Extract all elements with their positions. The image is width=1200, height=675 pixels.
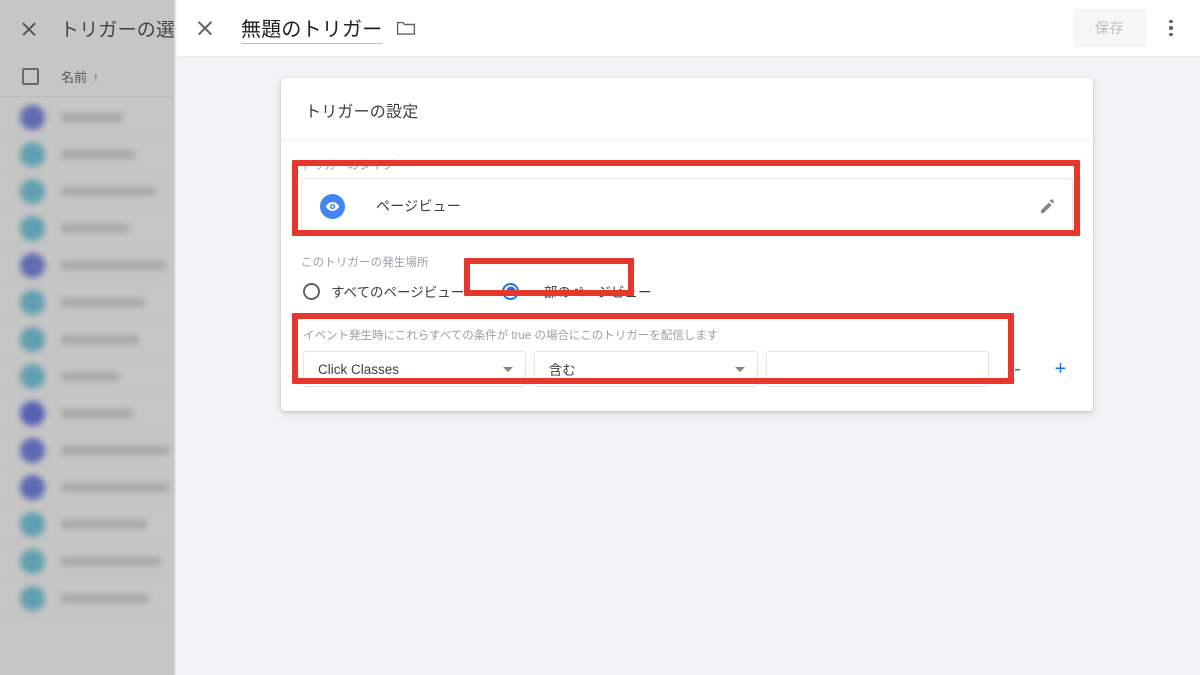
avatar bbox=[20, 549, 45, 574]
list-item-label bbox=[61, 187, 156, 196]
list-item[interactable] bbox=[0, 99, 174, 136]
trigger-selection-header: トリガーの選択 bbox=[0, 0, 174, 57]
trigger-type-box[interactable]: ページビュー bbox=[301, 178, 1073, 234]
trigger-type-field: ページビュー bbox=[301, 178, 1073, 234]
avatar bbox=[20, 512, 45, 537]
radio-some-pageviews[interactable]: 一部のページビュー bbox=[490, 275, 665, 307]
condition-variable-value: Click Classes bbox=[318, 362, 399, 377]
condition-variable-select[interactable]: Click Classes bbox=[303, 351, 526, 387]
trigger-name-input[interactable]: 無題のトリガー bbox=[241, 13, 382, 44]
condition-row: Click Classes 含む - + bbox=[303, 351, 1071, 387]
trigger-list-column-header: 名前 ↑ bbox=[0, 57, 174, 97]
list-item-label bbox=[61, 335, 139, 344]
column-header-name[interactable]: 名前 ↑ bbox=[61, 67, 99, 86]
avatar bbox=[20, 142, 45, 167]
avatar bbox=[20, 290, 45, 315]
radio-icon bbox=[303, 283, 320, 300]
add-condition-button[interactable]: + bbox=[1050, 359, 1071, 379]
radio-icon-selected bbox=[502, 283, 519, 300]
list-item-label bbox=[61, 113, 123, 122]
trigger-list bbox=[0, 97, 174, 617]
avatar bbox=[20, 253, 45, 278]
more-vert-icon[interactable] bbox=[1156, 11, 1186, 45]
card-body: トリガーのタイプ ページビュー bbox=[281, 141, 1093, 411]
pencil-icon[interactable] bbox=[1038, 196, 1058, 216]
list-item[interactable] bbox=[0, 284, 174, 321]
trigger-editor: 無題のトリガー 保存 トリガーの設定 トリガーのタイプ bbox=[177, 0, 1200, 675]
eye-icon bbox=[320, 194, 345, 219]
avatar bbox=[20, 475, 45, 500]
list-item[interactable] bbox=[0, 173, 174, 210]
trigger-selection-panel: トリガーの選択 名前 ↑ bbox=[0, 0, 174, 675]
avatar bbox=[20, 327, 45, 352]
remove-condition-button[interactable]: - bbox=[1007, 359, 1028, 379]
list-item[interactable] bbox=[0, 506, 174, 543]
list-item[interactable] bbox=[0, 395, 174, 432]
list-item-label bbox=[61, 557, 161, 566]
list-item-label bbox=[61, 224, 129, 233]
list-item-label bbox=[61, 298, 145, 307]
close-icon[interactable] bbox=[195, 18, 215, 38]
list-item-label bbox=[61, 261, 166, 270]
avatar bbox=[20, 586, 45, 611]
list-item[interactable] bbox=[0, 469, 174, 506]
radio-all-pageviews[interactable]: すべてのページビュー bbox=[301, 275, 474, 307]
radio-some-pageviews-label: 一部のページビュー bbox=[530, 281, 651, 301]
chevron-down-icon bbox=[503, 367, 513, 372]
avatar bbox=[20, 105, 45, 130]
list-item[interactable] bbox=[0, 358, 174, 395]
avatar bbox=[20, 401, 45, 426]
list-item[interactable] bbox=[0, 136, 174, 173]
column-header-name-label: 名前 bbox=[61, 67, 87, 86]
list-item-label bbox=[61, 409, 133, 418]
avatar bbox=[20, 179, 45, 204]
list-item-label bbox=[61, 150, 135, 159]
sort-ascending-icon: ↑ bbox=[93, 70, 99, 84]
avatar bbox=[20, 364, 45, 389]
list-item[interactable] bbox=[0, 247, 174, 284]
list-item[interactable] bbox=[0, 432, 174, 469]
list-item-label bbox=[61, 520, 147, 529]
trigger-selection-title: トリガーの選択 bbox=[60, 15, 174, 42]
close-icon[interactable] bbox=[20, 20, 38, 38]
conditions-section: イベント発生時にこれらすべての条件が true の場合にこのトリガーを配信します… bbox=[301, 323, 1073, 389]
trigger-type-value: ページビュー bbox=[376, 196, 461, 216]
avatar bbox=[20, 216, 45, 241]
condition-value-input[interactable] bbox=[766, 351, 989, 387]
list-item-label bbox=[61, 483, 169, 492]
conditions-hint: イベント発生時にこれらすべての条件が true の場合にこのトリガーを配信します bbox=[303, 327, 1071, 343]
trigger-type-label: トリガーのタイプ bbox=[301, 157, 1073, 173]
screen-root: トリガーの選択 名前 ↑ 無題のトリガー 保存 bbox=[0, 0, 1200, 675]
card-title: トリガーの設定 bbox=[281, 78, 1093, 141]
list-item[interactable] bbox=[0, 543, 174, 580]
list-item-label bbox=[61, 594, 149, 603]
trigger-configuration-card: トリガーの設定 トリガーのタイプ ページビュー bbox=[281, 78, 1093, 411]
fire-on-radio-group: すべてのページビュー 一部のページビュー bbox=[301, 275, 1073, 307]
list-item-label bbox=[61, 372, 119, 381]
list-item[interactable] bbox=[0, 321, 174, 358]
folder-icon[interactable] bbox=[396, 20, 416, 36]
editor-toolbar: 無題のトリガー 保存 bbox=[177, 0, 1200, 57]
list-item[interactable] bbox=[0, 580, 174, 617]
radio-all-pageviews-label: すべてのページビュー bbox=[331, 281, 464, 301]
list-item-label bbox=[61, 446, 169, 455]
chevron-down-icon bbox=[735, 367, 745, 372]
select-all-checkbox[interactable] bbox=[22, 68, 39, 85]
avatar bbox=[20, 438, 45, 463]
condition-operator-value: 含む bbox=[549, 359, 576, 379]
save-button[interactable]: 保存 bbox=[1073, 9, 1146, 47]
list-item[interactable] bbox=[0, 210, 174, 247]
condition-operator-select[interactable]: 含む bbox=[534, 351, 759, 387]
fire-on-label: このトリガーの発生場所 bbox=[301, 254, 1073, 270]
fire-on-section: このトリガーの発生場所 すべてのページビュー 一部のページビュー bbox=[301, 254, 1073, 307]
